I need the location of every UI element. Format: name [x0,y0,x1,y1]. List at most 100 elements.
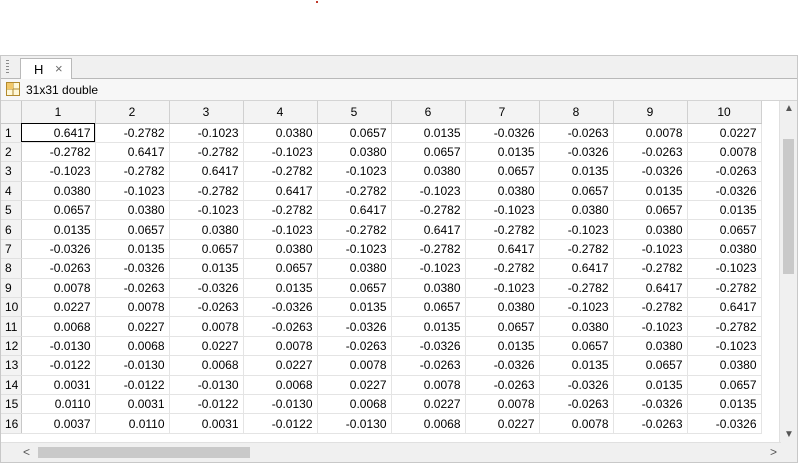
table-cell[interactable]: 0.0227 [391,394,466,415]
row-header[interactable]: 11 [1,316,22,337]
row-header[interactable]: 6 [1,219,22,240]
table-cell[interactable]: 0.0380 [687,355,762,376]
table-cell[interactable]: 0.0227 [317,375,392,395]
table-cell[interactable]: -0.1023 [391,181,466,202]
table-cell[interactable]: -0.0326 [687,181,762,202]
row-header[interactable]: 1 [1,123,22,143]
table-cell[interactable]: -0.0263 [391,355,466,376]
table-cell[interactable]: -0.1023 [687,258,762,279]
table-cell[interactable]: 0.0078 [95,297,170,318]
table-cell[interactable]: -0.0263 [687,161,762,182]
column-header[interactable]: 2 [95,101,170,124]
scroll-left-arrow-icon[interactable]: < [23,445,30,459]
table-cell[interactable]: 0.6417 [465,239,540,260]
table-cell[interactable]: -0.1023 [539,297,614,318]
tab-grip-icon[interactable] [6,60,9,74]
table-cell[interactable]: -0.1023 [317,161,392,182]
table-cell[interactable]: -0.2782 [687,278,762,299]
table-cell[interactable]: 0.0078 [613,123,688,143]
table-cell[interactable]: -0.0326 [539,142,614,163]
table-cell[interactable]: -0.0326 [391,336,466,357]
table-cell[interactable]: -0.0326 [317,316,392,337]
table-cell[interactable]: -0.0263 [317,336,392,357]
row-header[interactable]: 13 [1,355,22,376]
table-cell[interactable]: 0.0135 [613,181,688,202]
table-cell[interactable]: 0.0227 [687,123,762,143]
table-cell[interactable]: -0.2782 [539,278,614,299]
close-icon[interactable]: × [55,61,63,76]
table-cell[interactable]: 0.0657 [391,142,466,163]
table-cell[interactable]: -0.2782 [169,181,244,202]
table-cell[interactable]: -0.2782 [243,161,318,182]
table-cell[interactable]: -0.0263 [95,278,170,299]
table-cell[interactable]: 0.0037 [21,413,96,434]
table-cell[interactable]: -0.0326 [539,375,614,395]
table-cell[interactable]: 0.0135 [539,355,614,376]
table-cell[interactable]: 0.0380 [391,278,466,299]
table-cell[interactable]: -0.2782 [391,200,466,221]
table-cell[interactable]: 0.0657 [243,258,318,279]
table-cell[interactable]: 0.0380 [613,219,688,240]
table-cell[interactable]: -0.0263 [243,316,318,337]
column-header[interactable]: 1 [21,101,96,124]
row-header[interactable]: 8 [1,258,22,279]
row-header[interactable]: 12 [1,336,22,357]
scroll-right-arrow-icon[interactable]: > [770,445,777,459]
row-header[interactable]: 2 [1,142,22,163]
table-cell[interactable]: 0.0135 [391,123,466,143]
table-cell[interactable]: 0.0135 [687,394,762,415]
table-cell[interactable]: 0.0078 [539,413,614,434]
table-cell[interactable]: -0.1023 [95,181,170,202]
table-cell[interactable]: -0.0263 [613,413,688,434]
table-cell[interactable]: -0.0122 [169,394,244,415]
table-cell[interactable]: -0.1023 [169,200,244,221]
table-cell[interactable]: -0.0130 [21,336,96,357]
table-cell[interactable]: 0.0135 [21,219,96,240]
table-cell[interactable]: 0.0657 [613,355,688,376]
table-cell[interactable]: 0.0227 [169,336,244,357]
data-grid[interactable]: 1 2 3 4 5 6 7 8 9 10 1 0.6417 -0.2782 -0.1023 0.0380 0… [1,101,781,442]
table-cell[interactable]: 0.0031 [169,413,244,434]
table-cell[interactable]: 0.0380 [465,181,540,202]
table-cell[interactable]: 0.0078 [169,316,244,337]
table-cell[interactable]: 0.0135 [169,258,244,279]
table-cell[interactable]: -0.2782 [317,219,392,240]
table-cell[interactable]: -0.2782 [391,239,466,260]
table-cell[interactable]: 0.0657 [539,181,614,202]
table-cell[interactable]: 0.0135 [613,375,688,395]
table-cell[interactable]: 0.0068 [243,375,318,395]
horizontal-scroll-thumb[interactable] [38,447,250,458]
table-cell[interactable]: -0.0263 [539,394,614,415]
table-cell[interactable]: 0.0110 [95,413,170,434]
table-cell[interactable]: 0.0380 [95,200,170,221]
table-cell[interactable]: -0.0326 [21,239,96,260]
table-cell[interactable]: -0.2782 [169,142,244,163]
table-cell[interactable]: -0.2782 [317,181,392,202]
table-cell[interactable]: -0.0326 [169,278,244,299]
table-cell[interactable]: -0.1023 [243,142,318,163]
column-header[interactable]: 6 [391,101,466,124]
tab-variable-h[interactable]: H × [20,58,72,79]
table-cell[interactable]: -0.1023 [687,336,762,357]
table-cell[interactable]: 0.0657 [687,219,762,240]
table-cell[interactable]: 0.0227 [243,355,318,376]
row-header[interactable]: 9 [1,278,22,299]
table-cell[interactable]: 0.0135 [539,161,614,182]
table-cell[interactable]: -0.2782 [465,219,540,240]
table-cell[interactable]: 0.0657 [539,336,614,357]
table-cell[interactable]: 0.0135 [465,142,540,163]
table-cell[interactable]: 0.0135 [391,316,466,337]
row-header[interactable]: 7 [1,239,22,260]
table-cell[interactable]: 0.6417 [243,181,318,202]
column-header[interactable]: 3 [169,101,244,124]
table-cell[interactable]: -0.2782 [95,123,170,143]
table-cell[interactable]: 0.0135 [95,239,170,260]
table-cell[interactable]: 0.0227 [21,297,96,318]
row-header[interactable]: 15 [1,394,22,415]
table-cell[interactable]: 0.0078 [21,278,96,299]
table-cell[interactable]: 0.6417 [95,142,170,163]
table-cell[interactable]: 0.0380 [317,142,392,163]
table-cell[interactable]: -0.2782 [613,297,688,318]
table-cell[interactable]: 0.0380 [391,161,466,182]
table-cell[interactable]: 0.0380 [169,219,244,240]
